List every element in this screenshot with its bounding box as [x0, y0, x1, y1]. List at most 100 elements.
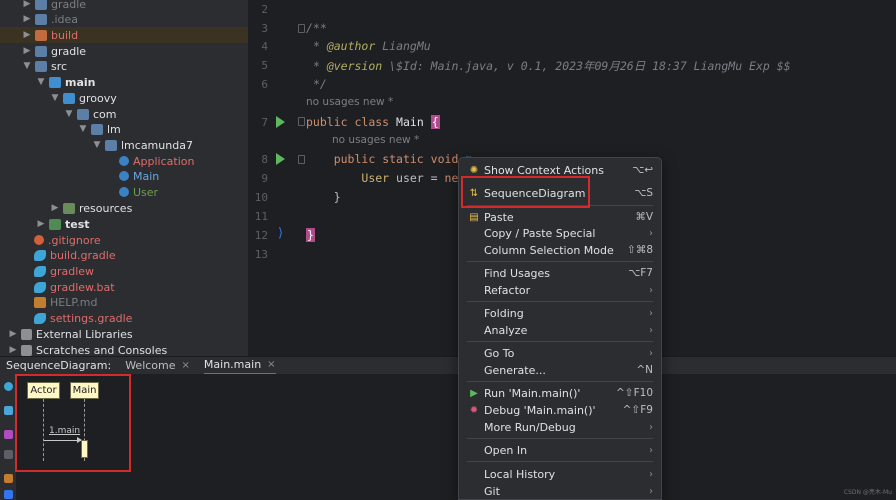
- tree-item-gitignore[interactable]: .gitignore: [34, 232, 101, 248]
- git-icon: [34, 235, 44, 245]
- bookmark-icon[interactable]: ⟩: [278, 226, 283, 241]
- reload-icon[interactable]: [4, 406, 13, 415]
- chevron-right-icon: ›: [649, 284, 653, 296]
- tree-item-resources[interactable]: ▶ resources: [50, 200, 133, 216]
- chevron-down-icon[interactable]: ▼: [64, 109, 74, 119]
- chevron-down-icon[interactable]: ▼: [92, 140, 102, 150]
- close-icon[interactable]: ×: [267, 359, 275, 370]
- tree-item-settings-gradle[interactable]: settings.gradle: [34, 310, 132, 326]
- chevron-right-icon[interactable]: ▶: [8, 329, 18, 339]
- save-icon[interactable]: [4, 430, 13, 439]
- menu-item-analyze[interactable]: Analyze ›: [459, 322, 661, 338]
- run-gutter-icon[interactable]: [276, 116, 285, 128]
- chevron-right-icon[interactable]: ▶: [36, 219, 46, 229]
- tree-item-main[interactable]: ▼ main: [36, 74, 96, 90]
- menu-item-debug-main[interactable]: ✹ Debug 'Main.main()' ^⇧F9: [459, 402, 661, 418]
- tree-item-gradlew-bat[interactable]: gradlew.bat: [34, 279, 115, 295]
- chevron-down-icon[interactable]: ▼: [36, 77, 46, 87]
- line-number: 5: [261, 59, 268, 72]
- scratch-icon: [21, 344, 32, 356]
- chevron-right-icon[interactable]: ▶: [8, 345, 18, 355]
- debug-icon: ✹: [469, 404, 479, 416]
- tree-item-build[interactable]: ▶ build: [0, 27, 248, 43]
- chevron-right-icon: ›: [649, 468, 653, 480]
- tree-item-com[interactable]: ▼ com: [64, 106, 117, 122]
- chevron-right-icon[interactable]: ▶: [50, 203, 60, 213]
- line-number: 13: [254, 248, 268, 261]
- tree-item-groovy[interactable]: ▼ groovy: [50, 90, 117, 106]
- close-icon[interactable]: ×: [182, 360, 190, 371]
- line-number: 2: [261, 3, 268, 16]
- chevron-down-icon[interactable]: ▼: [22, 61, 32, 71]
- menu-item-refactor[interactable]: Refactor ›: [459, 282, 661, 298]
- chevron-right-icon[interactable]: ▶: [22, 0, 32, 9]
- folder-icon: [49, 76, 61, 88]
- menu-item-find-usages[interactable]: Find Usages ⌥F7: [459, 265, 661, 281]
- tree-item-idea[interactable]: ▶ .idea: [22, 11, 79, 27]
- menu-item-go-to[interactable]: Go To ›: [459, 345, 661, 361]
- tree-item-build-gradle[interactable]: build.gradle: [34, 247, 116, 263]
- tab-main-main[interactable]: Main.main ×: [203, 357, 276, 375]
- menu-item-local-history[interactable]: Local History ›: [459, 466, 661, 482]
- tree-item-lm[interactable]: ▼ lm: [78, 121, 121, 137]
- project-tree: ▶ gradle ▶ .idea ▶ build ▶ gradle ▼ src ▼ main…: [0, 0, 248, 356]
- chevron-right-icon[interactable]: ▶: [22, 30, 32, 40]
- tree-item-test[interactable]: ▶ test: [36, 216, 90, 232]
- highlight-frame-menu: [461, 176, 590, 208]
- run-icon: ▶: [470, 387, 478, 399]
- tool-window-title: SequenceDiagram:: [6, 359, 112, 372]
- line-number: 10: [254, 191, 268, 204]
- code-line: }: [306, 228, 315, 242]
- tree-item-main-class[interactable]: Main: [119, 168, 159, 184]
- chevron-right-icon: ›: [649, 421, 653, 433]
- line-number: 7: [261, 116, 268, 129]
- tree-item-src[interactable]: ▼ src: [22, 58, 68, 74]
- menu-item-copy-paste-special[interactable]: Copy / Paste Special ›: [459, 225, 661, 241]
- chevron-right-icon[interactable]: ▶: [22, 14, 32, 24]
- menu-separator: [467, 261, 653, 262]
- fold-icon[interactable]: [298, 155, 305, 164]
- class-icon: [119, 171, 129, 181]
- export-icon[interactable]: [4, 474, 13, 483]
- tree-item-application[interactable]: Application: [119, 153, 194, 169]
- tool-strip: [0, 374, 16, 500]
- tree-item-help-md[interactable]: HELP.md: [34, 294, 97, 310]
- menu-separator: [467, 461, 653, 462]
- fold-icon[interactable]: [298, 24, 305, 33]
- folder-icon[interactable]: [4, 450, 13, 459]
- menu-item-paste[interactable]: ▤ Paste ⌘V: [459, 209, 661, 225]
- menu-item-column-selection[interactable]: Column Selection Mode ⇧⌘8: [459, 242, 661, 258]
- line-number: 9: [261, 172, 268, 185]
- gradle-icon: [34, 312, 46, 324]
- run-gutter-icon[interactable]: [276, 153, 285, 165]
- tree-item-lmcamunda7[interactable]: ▼ lmcamunda7: [92, 137, 193, 153]
- folder-icon: [77, 108, 89, 120]
- markdown-icon: [34, 296, 46, 308]
- chevron-down-icon[interactable]: ▼: [50, 93, 60, 103]
- line-number: 6: [261, 78, 268, 91]
- menu-item-open-in[interactable]: Open In ›: [459, 442, 661, 458]
- chevron-right-icon[interactable]: ▶: [22, 46, 32, 56]
- menu-item-more-run-debug[interactable]: More Run/Debug ›: [459, 419, 661, 435]
- menu-item-git[interactable]: Git ›: [459, 483, 661, 499]
- refresh-icon[interactable]: [4, 382, 13, 391]
- menu-item-generate[interactable]: Generate... ^N: [459, 362, 661, 378]
- code-line: /**: [306, 21, 327, 35]
- settings-icon[interactable]: [4, 490, 13, 499]
- tree-item-user-class[interactable]: User: [119, 184, 158, 200]
- line-number: 8: [261, 153, 268, 166]
- chevron-down-icon[interactable]: ▼: [78, 124, 88, 134]
- menu-item-run-main[interactable]: ▶ Run 'Main.main()' ^⇧F10: [459, 385, 661, 401]
- folder-icon: [105, 139, 117, 151]
- code-line: }: [333, 190, 341, 204]
- tree-item-gradlew[interactable]: gradlew: [34, 263, 94, 279]
- tree-item-scratches[interactable]: ▶ Scratches and Consoles: [8, 342, 168, 357]
- tree-item-external-libraries[interactable]: ▶ External Libraries: [8, 326, 133, 342]
- tab-welcome[interactable]: Welcome ×: [125, 357, 190, 375]
- menu-item-folding[interactable]: Folding ›: [459, 305, 661, 321]
- usages-hint[interactable]: no usages new *: [306, 96, 393, 108]
- fold-icon[interactable]: [298, 117, 305, 126]
- gradle-icon: [34, 265, 46, 277]
- usages-hint[interactable]: no usages new *: [332, 134, 419, 146]
- tree-item-gradle[interactable]: ▶ gradle: [22, 43, 87, 59]
